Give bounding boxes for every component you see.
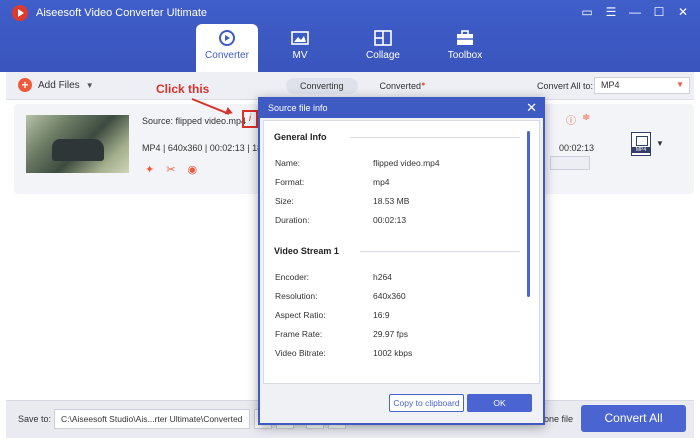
output-duration: 00:02:13	[559, 143, 595, 153]
general-info-title: General Info	[274, 132, 327, 142]
converter-icon	[219, 30, 235, 46]
source-meta: MP4 | 640x360 | 00:02:13 | 18.5	[142, 143, 270, 153]
add-files-button[interactable]: + Add Files ▼	[18, 78, 94, 92]
ok-button[interactable]: OK	[467, 394, 532, 412]
app-title: Aiseesoft Video Converter Ultimate	[36, 7, 207, 19]
notification-dot-icon: ●	[421, 81, 426, 88]
save-to-label: Save to:	[18, 414, 52, 424]
info-value: 29.97 fps	[373, 329, 408, 339]
tab-converter[interactable]: Converter	[196, 24, 258, 72]
info-key: Encoder:	[275, 272, 310, 282]
tab-mv[interactable]: MV	[258, 24, 342, 72]
save-path-input[interactable]: C:\Aiseesoft Studio\Ais...rter Ultimate\…	[54, 409, 250, 429]
dialog-title: Source file info	[268, 103, 328, 113]
dialog-scrollbar[interactable]	[527, 131, 530, 297]
annotation-label: Click this	[156, 82, 210, 96]
dialog-body: General Info Name: flipped video.mp4 For…	[263, 120, 540, 384]
info-value: 00:02:13	[373, 215, 407, 225]
divider	[350, 137, 520, 138]
convert-all-format-select[interactable]: MP4 ▼	[594, 77, 690, 94]
edit-tools: ✦ ✂ ◉	[145, 163, 197, 176]
file-right-controls: ⓘ ≑	[566, 112, 590, 127]
chevron-down-icon[interactable]: ▼	[656, 139, 664, 148]
converter-toolbar: + Add Files ▼ Converting Converted● Conv…	[6, 72, 694, 100]
tab-toolbox-label: Toolbox	[447, 50, 483, 61]
palette-icon[interactable]: ◉	[187, 163, 197, 176]
chevron-down-icon: ▼	[676, 80, 684, 89]
info-icon[interactable]: i	[242, 110, 258, 128]
info-key: Video Bitrate:	[275, 348, 326, 358]
dialog-header: Source file info ✕	[260, 99, 543, 118]
info-circle-icon[interactable]: ⓘ	[566, 112, 576, 127]
tab-converted[interactable]: Converted●	[366, 78, 440, 94]
convert-all-button[interactable]: Convert All	[581, 405, 686, 432]
info-key: Size:	[275, 196, 294, 206]
chat-icon[interactable]: ▭	[578, 4, 596, 20]
tab-converting-label: Converting	[300, 81, 344, 91]
info-value: 18.53 MB	[373, 196, 410, 206]
window-controls: ▭ ☰ — ☐ ✕	[578, 4, 692, 20]
tab-converted-label: Converted	[379, 81, 422, 91]
info-value: 16:9	[373, 310, 390, 320]
video-stream-title: Video Stream 1	[274, 246, 339, 256]
close-icon[interactable]: ✕	[674, 4, 692, 20]
tab-toolbox[interactable]: Toolbox	[424, 24, 506, 72]
info-key: Resolution:	[275, 291, 318, 301]
app-logo-icon	[12, 5, 28, 21]
convert-all-label: Convert All to:	[537, 81, 594, 91]
chevron-down-icon[interactable]: ▼	[86, 81, 94, 90]
info-key: Duration:	[275, 215, 310, 225]
merge-label: one file	[544, 414, 574, 424]
mv-icon	[291, 31, 309, 45]
info-value: mp4	[373, 177, 390, 187]
output-format-label: MP4	[632, 147, 650, 153]
collage-icon	[374, 30, 392, 46]
info-key: Format:	[275, 177, 305, 187]
copy-to-clipboard-button[interactable]: Copy to clipboard	[389, 394, 464, 412]
tab-mv-label: MV	[292, 50, 308, 61]
menu-icon[interactable]: ☰	[602, 4, 620, 20]
convert-all-format-value: MP4	[601, 80, 620, 90]
info-value: 1002 kbps	[373, 348, 413, 358]
info-value: flipped video.mp4	[373, 158, 440, 168]
tab-collage-label: Collage	[366, 50, 400, 61]
divider	[360, 251, 520, 252]
source-file-info-dialog: Source file info ✕ General Info Name: fl…	[258, 97, 545, 425]
cut-icon[interactable]: ✂	[166, 163, 175, 176]
source-filename: Source: flipped video.mp4	[142, 116, 247, 126]
toolbox-icon	[457, 30, 473, 45]
title-bar: Aiseesoft Video Converter Ultimate ▭ ☰ —…	[0, 0, 700, 72]
enhance-icon[interactable]: ✦	[145, 163, 154, 176]
info-key: Aspect Ratio:	[275, 310, 326, 320]
tab-converter-label: Converter	[205, 50, 249, 61]
main-nav: Converter MV Collage Toolbox	[196, 24, 506, 72]
info-value: 640x360	[373, 291, 406, 301]
close-icon[interactable]: ✕	[526, 100, 537, 116]
plus-icon: +	[18, 78, 32, 92]
add-files-label: Add Files	[38, 79, 80, 91]
tab-converting[interactable]: Converting	[286, 78, 358, 94]
output-format-icon[interactable]: MP4	[631, 132, 651, 156]
tab-collage[interactable]: Collage	[342, 24, 424, 72]
settings-icon[interactable]: ≑	[582, 112, 590, 127]
status-tabs: Converting Converted●	[286, 78, 439, 94]
info-value: h264	[373, 272, 392, 282]
audio-track-select[interactable]	[550, 156, 590, 170]
minimize-icon[interactable]: —	[626, 4, 644, 20]
info-key: Name:	[275, 158, 301, 168]
maximize-icon[interactable]: ☐	[650, 4, 668, 20]
info-key: Frame Rate:	[275, 329, 323, 339]
video-thumbnail[interactable]	[26, 115, 129, 173]
